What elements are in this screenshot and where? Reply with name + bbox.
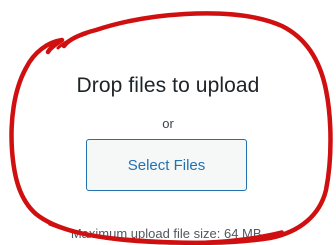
select-files-button[interactable]: Select Files [86, 139, 247, 191]
max-upload-size-text: Maximum upload file size: 64 MB. [70, 226, 266, 241]
upload-dropzone[interactable]: Drop files to upload or Select Files Max… [0, 0, 336, 245]
drop-files-title: Drop files to upload [76, 74, 260, 97]
or-separator: or [162, 116, 174, 131]
